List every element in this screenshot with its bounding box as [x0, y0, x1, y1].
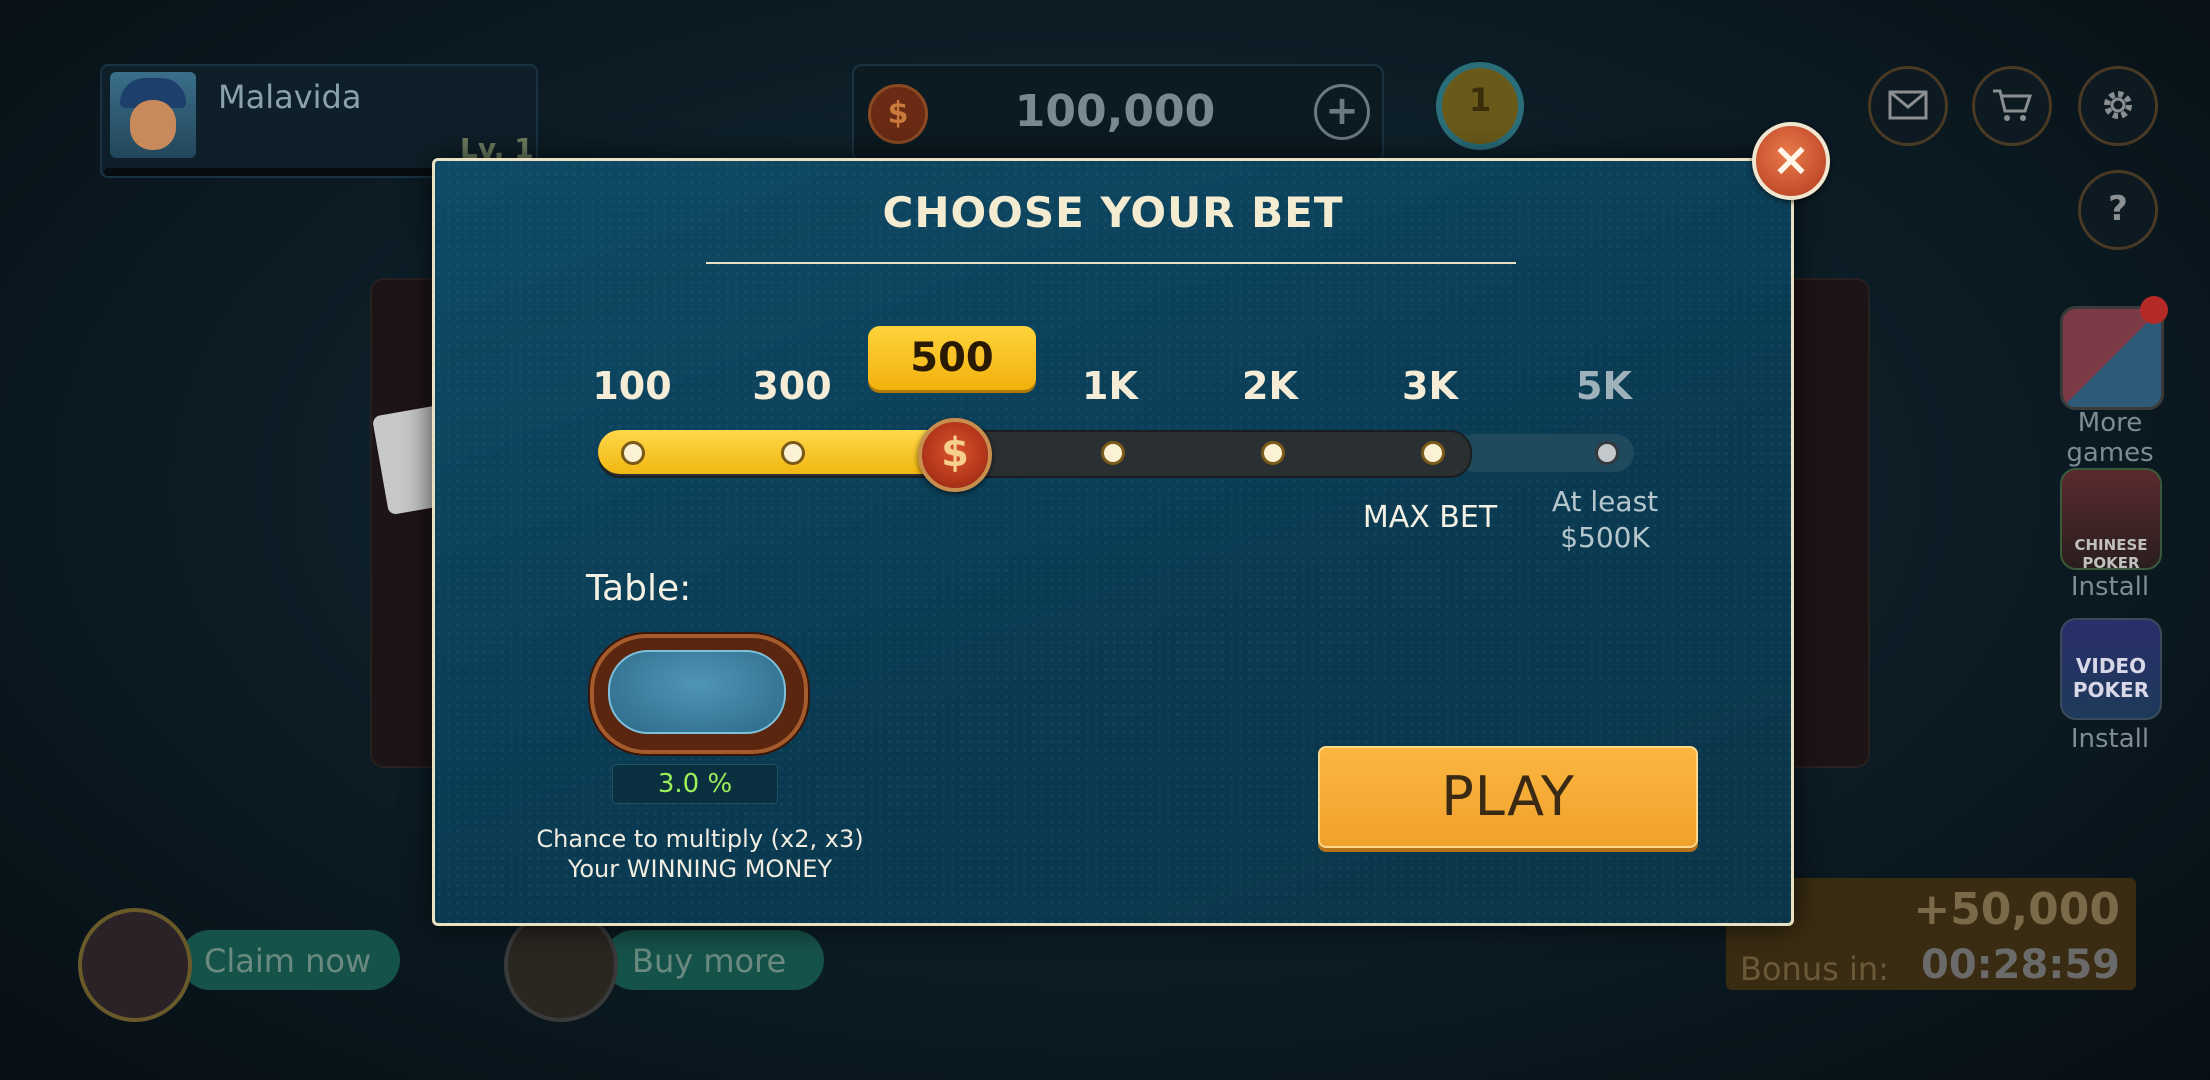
add-coins-button[interactable]: + — [1314, 84, 1370, 140]
bet-option-3k[interactable]: 3K — [1360, 364, 1500, 408]
slider-stop-100[interactable] — [621, 441, 645, 465]
bonus-timer: 00:28:59 — [1921, 942, 2120, 988]
poker-table-icon[interactable] — [590, 634, 808, 754]
settings-button[interactable] — [2078, 66, 2158, 146]
video-poker-ad-icon[interactable]: VIDEO POKER — [2060, 618, 2162, 720]
locked-line-1: At least — [1551, 485, 1659, 518]
slider-chip-thumb[interactable]: $ — [918, 418, 992, 492]
bonus-label: Bonus in: — [1740, 950, 1889, 988]
bet-option-1k[interactable]: 1K — [1040, 364, 1180, 408]
rank-badge[interactable]: 1 — [1436, 62, 1524, 150]
notification-dot — [2140, 296, 2168, 324]
bet-slider-fill — [598, 430, 950, 474]
rank-number: 1 — [1468, 81, 1492, 119]
cart-icon — [1993, 89, 2033, 121]
slider-stop-2k[interactable] — [1261, 441, 1285, 465]
player-avatar[interactable] — [110, 72, 196, 158]
help-button[interactable]: ? — [2078, 170, 2158, 250]
player-name: Malavida — [218, 78, 362, 116]
dialog-title: CHOOSE YOUR BET — [882, 188, 1344, 237]
gear-icon — [2104, 91, 2132, 119]
more-games-label: More games — [2066, 408, 2154, 468]
title-divider — [706, 262, 1516, 264]
bet-option-100[interactable]: 100 — [562, 364, 702, 408]
locked-line-2: $500K — [1560, 521, 1650, 554]
mail-button[interactable] — [1868, 66, 1948, 146]
shop-button[interactable] — [1972, 66, 2052, 146]
chance-line-1: Chance to multiply (x2, x3) — [536, 825, 864, 853]
table-label: Table: — [586, 568, 692, 609]
bet-option-5k-locked: 5K — [1576, 364, 1632, 408]
multiply-chance-text: Chance to multiply (x2, x3) Your WINNING… — [500, 824, 900, 884]
selected-bet-badge[interactable]: 500 — [868, 326, 1036, 390]
multiply-chance-percent: 3.0 % — [612, 764, 778, 804]
gift-box-icon[interactable] — [78, 908, 192, 1022]
claim-now-label[interactable]: Claim now — [204, 942, 371, 980]
buy-more-label[interactable]: Buy more — [632, 942, 786, 980]
chance-line-2: Your WINNING MONEY — [567, 855, 833, 883]
slider-stop-5k — [1595, 441, 1619, 465]
bet-option-2k[interactable]: 2K — [1200, 364, 1340, 408]
slider-stop-300[interactable] — [781, 441, 805, 465]
coin-balance: 100,000 — [1014, 86, 1216, 137]
coin-icon: $ — [868, 84, 928, 144]
mail-icon — [1888, 90, 1928, 120]
max-bet-label: MAX BET — [1362, 500, 1498, 535]
install-video-poker-label[interactable]: Install — [2030, 724, 2190, 754]
locked-requirement: At least $500K — [1520, 484, 1690, 556]
chinese-poker-ad-icon[interactable]: CHINESE POKER — [2060, 468, 2162, 572]
slider-stop-1k[interactable] — [1101, 441, 1125, 465]
play-button[interactable]: PLAY — [1318, 746, 1698, 848]
slider-stop-3k[interactable] — [1421, 441, 1445, 465]
close-button[interactable]: × — [1752, 122, 1830, 200]
bonus-amount: +50,000 — [1913, 884, 2120, 935]
bet-option-300[interactable]: 300 — [722, 364, 862, 408]
install-chinese-poker-label[interactable]: Install — [2030, 572, 2190, 602]
